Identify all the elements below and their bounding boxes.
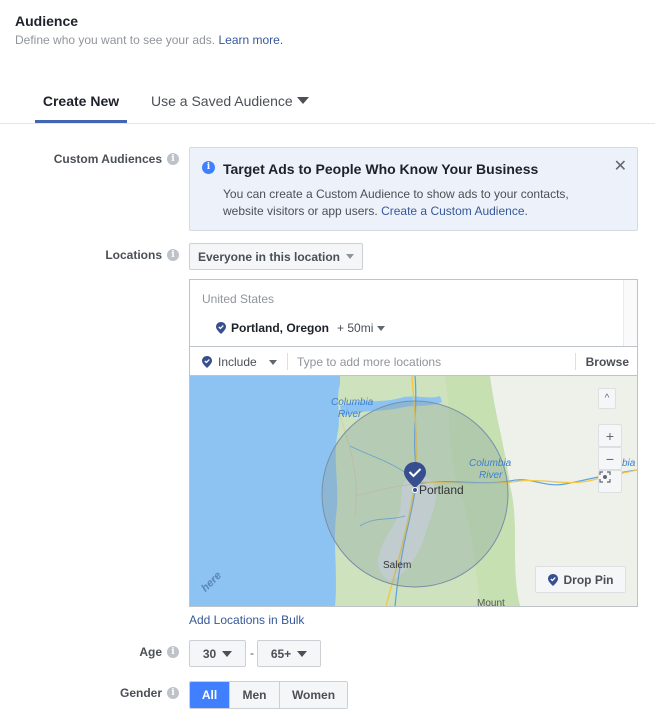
tab-use-saved-audience[interactable]: Use a Saved Audience — [151, 93, 309, 123]
location-audience-type-dropdown[interactable]: Everyone in this location — [189, 243, 363, 270]
age-max-dropdown[interactable]: 65+ — [257, 640, 321, 667]
map-label-salem: Salem — [383, 560, 412, 571]
custom-audiences-label-text: Custom Audiences — [53, 152, 162, 166]
radius-value: + 50mi — [337, 321, 374, 335]
age-separator: - — [250, 646, 254, 660]
chevron-down-icon — [377, 325, 386, 331]
map-label-columbia: Columbia — [331, 397, 374, 408]
recenter-button[interactable] — [598, 470, 622, 493]
chevron-down-icon — [222, 650, 233, 657]
location-name[interactable]: Portland, Oregon — [231, 321, 329, 335]
info-icon[interactable]: i — [167, 646, 179, 658]
custom-audiences-label: Custom Audiences i — [54, 152, 179, 166]
banner-body: You can create a Custom Audience to show… — [223, 186, 603, 220]
locations-label-text: Locations — [105, 248, 162, 262]
location-pin-icon — [547, 573, 558, 586]
chevron-down-icon — [297, 650, 308, 657]
banner-title: Target Ads to People Who Know Your Busin… — [223, 161, 539, 177]
selected-location: Portland, Oregon + 50mi — [216, 321, 386, 335]
age-min-dropdown[interactable]: 30 — [189, 640, 246, 667]
gender-women-button[interactable]: Women — [280, 682, 347, 708]
include-dropdown[interactable]: Include — [202, 355, 277, 369]
tab-create-new[interactable]: Create New — [35, 93, 127, 123]
recenter-icon — [599, 471, 611, 483]
location-pin-icon — [202, 356, 212, 368]
location-pin-icon — [216, 322, 226, 334]
map-label-mount: Mount — [477, 598, 505, 606]
age-label: Age i — [139, 645, 179, 659]
age-max-value: 65+ — [270, 646, 292, 661]
gender-men-button[interactable]: Men — [230, 682, 280, 708]
section-title: Audience — [15, 13, 79, 29]
info-icon[interactable]: i — [167, 153, 179, 165]
zoom-in-button[interactable]: + — [598, 424, 622, 447]
info-icon: i — [202, 161, 215, 174]
map-label-river: River — [338, 409, 362, 420]
radius-dropdown[interactable]: + 50mi — [337, 321, 386, 335]
chevron-up-icon: ^ — [604, 393, 610, 404]
tab-saved-label: Use a Saved Audience — [151, 93, 293, 109]
caret-down-icon — [296, 97, 309, 105]
map-scroll-up-button[interactable]: ^ — [598, 388, 616, 409]
chevron-down-icon — [268, 359, 277, 365]
banner-period: . — [524, 204, 528, 218]
location-search-input[interactable] — [297, 353, 557, 371]
location-map[interactable]: Columbia River Portland Columbia River b… — [190, 376, 637, 606]
plus-icon: + — [605, 427, 615, 444]
learn-more-link[interactable]: Learn more. — [218, 33, 283, 47]
drop-pin-button[interactable]: Drop Pin — [535, 566, 626, 593]
divider — [287, 353, 288, 370]
age-min-value: 30 — [202, 646, 217, 661]
scrollbar[interactable] — [623, 280, 637, 346]
map-label-river: River — [479, 470, 503, 481]
audience-type-value: Everyone in this location — [197, 249, 341, 264]
create-custom-audience-link[interactable]: Create a Custom Audience — [381, 204, 524, 218]
include-label: Include — [218, 355, 257, 369]
location-search-row: Include Browse — [190, 346, 637, 376]
gender-all-button[interactable]: All — [190, 682, 230, 708]
location-picker: United States Portland, Oregon + 50mi In… — [189, 279, 638, 607]
audience-header: Audience Define who you want to see your… — [15, 13, 283, 47]
map-label-portland: Portland — [419, 483, 464, 497]
info-icon[interactable]: i — [167, 687, 179, 699]
minus-icon: − — [605, 450, 615, 467]
gender-selector: All Men Women — [189, 681, 348, 709]
map-label-columbia: Columbia — [469, 458, 512, 469]
chevron-down-icon — [346, 254, 355, 259]
gender-label: Gender i — [120, 686, 179, 700]
zoom-out-button[interactable]: − — [598, 447, 622, 470]
browse-button[interactable]: Browse — [586, 355, 629, 369]
audience-tabs: Create New Use a Saved Audience — [0, 87, 655, 124]
locations-label: Locations i — [105, 248, 179, 262]
age-label-text: Age — [139, 645, 162, 659]
map-label-columbia-partial: bia — [622, 458, 636, 469]
selected-locations-list: United States Portland, Oregon + 50mi — [190, 280, 637, 346]
add-locations-in-bulk-link[interactable]: Add Locations in Bulk — [189, 613, 304, 627]
info-icon[interactable]: i — [167, 249, 179, 261]
divider — [575, 353, 576, 370]
drop-pin-label: Drop Pin — [563, 572, 614, 587]
country-label: United States — [202, 292, 275, 306]
custom-audience-banner: i Target Ads to People Who Know Your Bus… — [189, 147, 638, 231]
subtitle-text: Define who you want to see your ads. — [15, 33, 216, 47]
close-icon[interactable]: ✕ — [614, 156, 627, 176]
gender-label-text: Gender — [119, 686, 162, 700]
section-subtitle: Define who you want to see your ads. Lea… — [15, 33, 283, 47]
